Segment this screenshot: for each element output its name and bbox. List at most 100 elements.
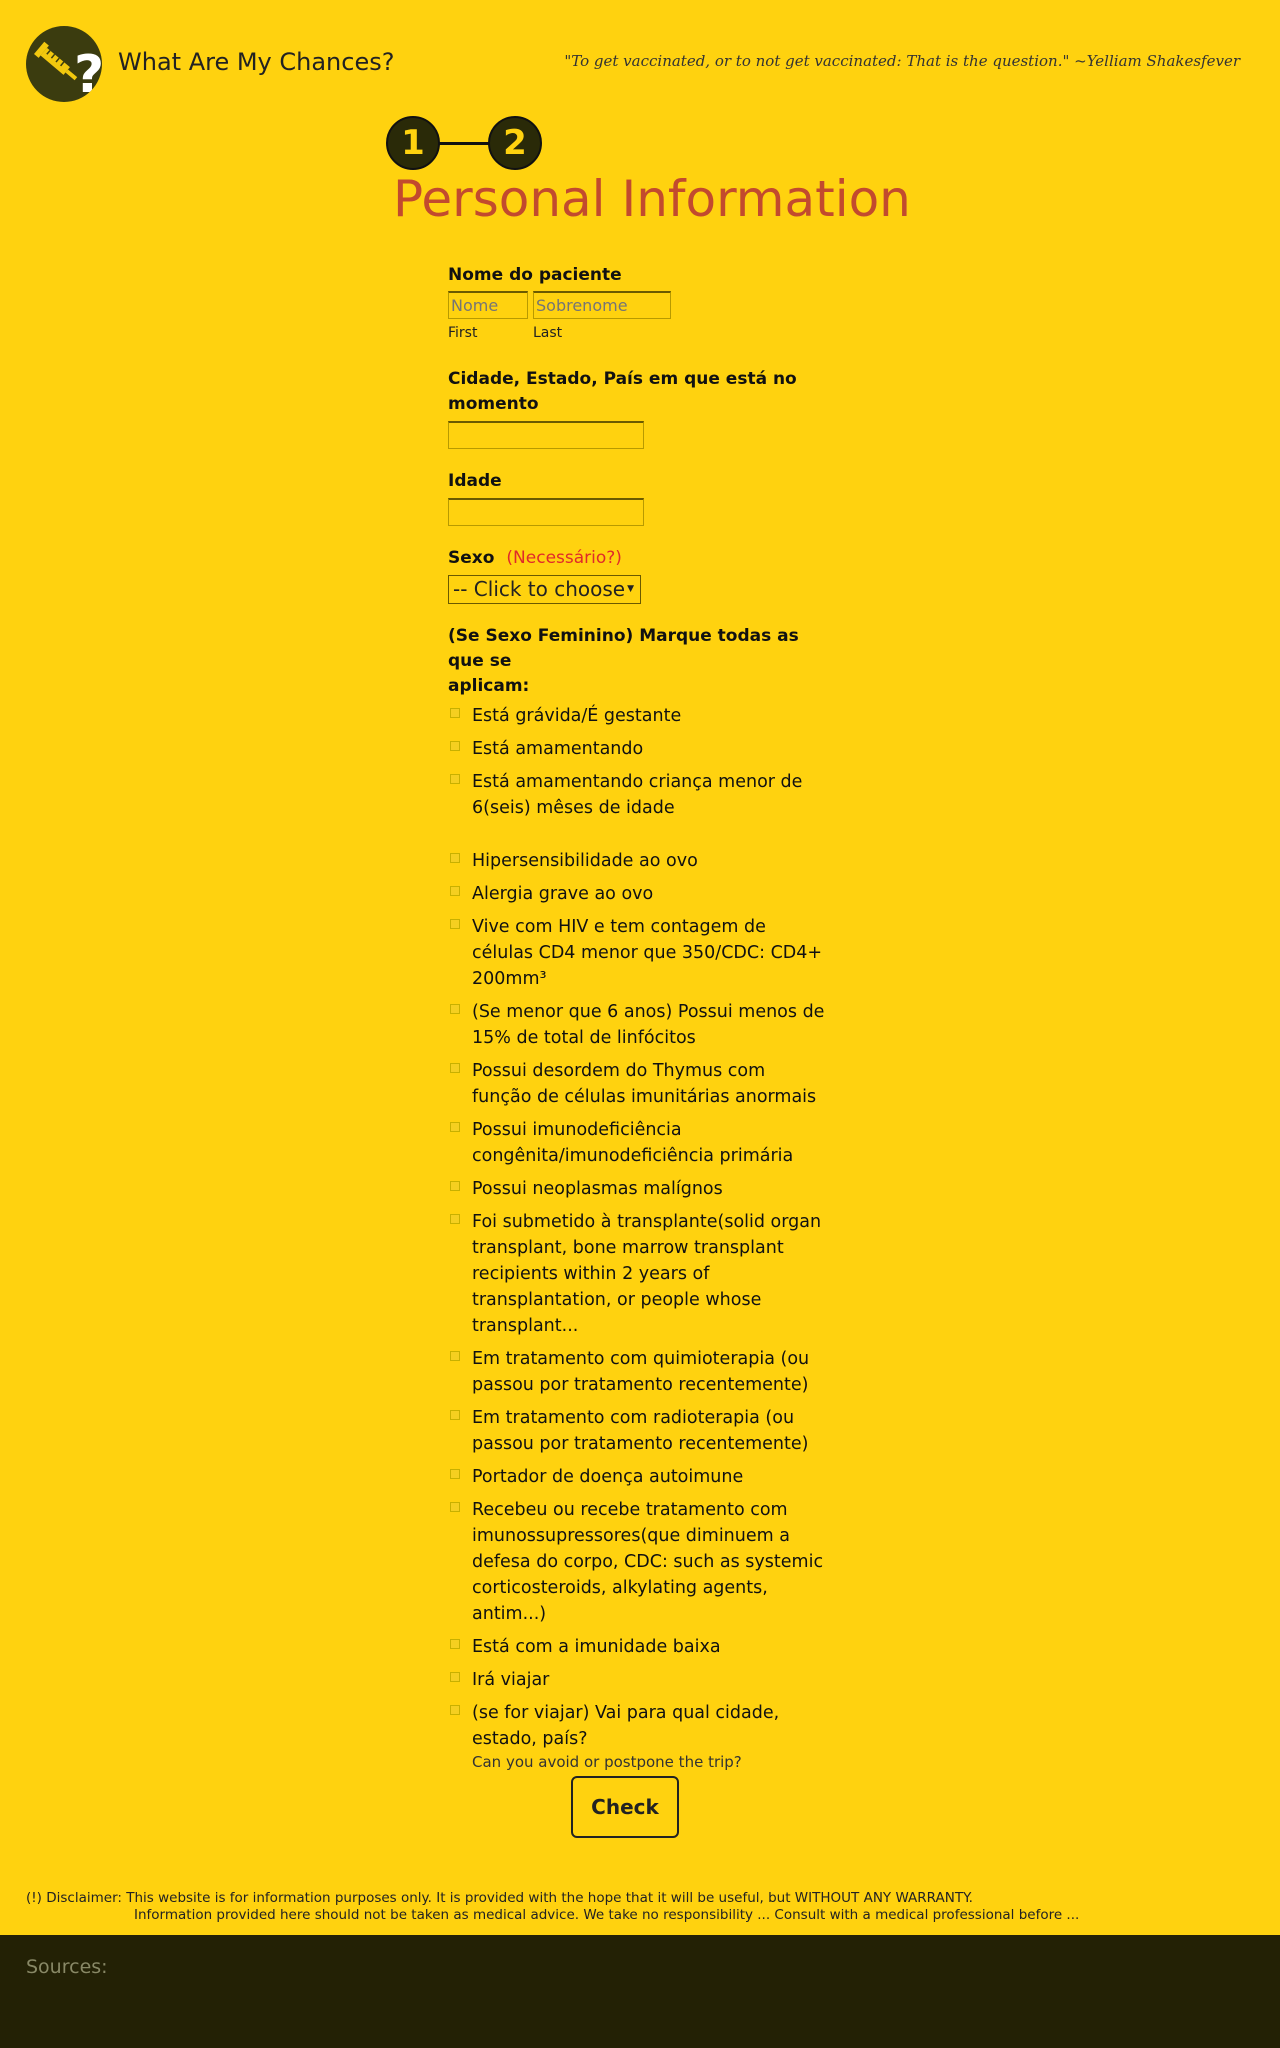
checkbox-item-travel-destination[interactable]: (se for viajar) Vai para qual cidade, es… [448, 1700, 828, 1752]
conditions-label-line1: (Se Sexo Feminino) Marque todas as que s… [448, 626, 799, 671]
checkbox[interactable] [450, 1410, 460, 1420]
checkbox[interactable] [450, 774, 460, 784]
checkbox[interactable] [450, 919, 460, 929]
site-header: ? What Are My Chances? "To get vaccinate… [0, 0, 1280, 110]
conditions-field: (Se Sexo Feminino) Marque todas as que s… [448, 624, 828, 1771]
checkbox-label: Possui imunodeficiência congênita/imunod… [472, 1120, 794, 1166]
checkbox-item-radiotherapy[interactable]: Em tratamento com radioterapia (ou passo… [448, 1405, 828, 1457]
sources-label: Sources: [26, 1956, 108, 1978]
first-sublabel: First [448, 325, 478, 341]
step-2[interactable]: 2 [488, 116, 542, 170]
first-name-input[interactable] [448, 291, 528, 319]
last-sublabel: Last [533, 325, 563, 341]
checkbox-item-hiv[interactable]: Vive com HIV e tem contagem de células C… [448, 914, 828, 992]
checkbox[interactable] [450, 708, 460, 718]
last-name-input[interactable] [533, 291, 671, 319]
checkbox-label: Possui desordem do Thymus com função de … [472, 1061, 817, 1107]
checkbox[interactable] [450, 1639, 460, 1649]
location-label-line2: momento [448, 394, 539, 414]
syringe-question-icon[interactable]: ? [26, 26, 102, 102]
checkbox-label: Irá viajar [472, 1670, 550, 1690]
checkbox-label: Alergia grave ao ovo [472, 884, 654, 904]
checkbox-item-egg-hypersensitivity[interactable]: Hipersensibilidade ao ovo [448, 848, 828, 874]
checkbox-label: Hipersensibilidade ao ovo [472, 851, 698, 871]
patient-name-row [448, 291, 828, 321]
checkbox-label: (se for viajar) Vai para qual cidade, es… [472, 1703, 780, 1749]
checkbox[interactable] [450, 1502, 460, 1512]
checklist-spacer [448, 828, 828, 848]
checkbox-item-chemotherapy[interactable]: Em tratamento com quimioterapia (ou pass… [448, 1346, 828, 1398]
checkbox-label: Está grávida/É gestante [472, 706, 682, 726]
checkbox-label: Foi submetido à transplante(solid organ … [472, 1212, 822, 1336]
checkbox-item-lymphocytes[interactable]: (Se menor que 6 anos) Possui menos de 15… [448, 999, 828, 1051]
checkbox[interactable] [450, 1705, 460, 1715]
checkbox-label: Em tratamento com radioterapia (ou passo… [472, 1408, 809, 1454]
conditions-checklist: Está grávida/É gestante Está amamentando… [448, 703, 828, 1771]
step-1[interactable]: 1 [386, 116, 440, 170]
site-footer: Sources: [0, 1935, 1280, 2048]
page-title: Personal Information [393, 170, 911, 228]
checkbox-item-immunodeficiency[interactable]: Possui imunodeficiência congênita/imunod… [448, 1117, 828, 1169]
checkbox-item-neoplasms[interactable]: Possui neoplasmas malígnos [448, 1176, 828, 1202]
checkbox[interactable] [450, 1214, 460, 1224]
check-button[interactable]: Check [571, 1776, 679, 1838]
checkbox[interactable] [450, 1122, 460, 1132]
checkbox-item-breastfeeding[interactable]: Está amamentando [448, 736, 828, 762]
svg-text:?: ? [74, 45, 102, 102]
header-quote: "To get vaccinated, or to not get vaccin… [564, 52, 1240, 70]
sex-select[interactable]: -- Click to choose ▼ [448, 575, 641, 604]
checkbox-item-thymus[interactable]: Possui desordem do Thymus com função de … [448, 1058, 828, 1110]
conditions-label-line2: aplicam: [448, 676, 530, 696]
brand-name[interactable]: What Are My Chances? [118, 48, 394, 76]
disclaimer: (!) Disclaimer: This website is for info… [26, 1890, 1079, 1924]
required-link[interactable]: (Necessário?) [506, 548, 622, 568]
sex-select-value: -- Click to choose [453, 577, 626, 601]
disclaimer-line1: (!) Disclaimer: This website is for info… [26, 1890, 973, 1906]
location-input[interactable] [448, 421, 644, 449]
checkbox[interactable] [450, 1063, 460, 1073]
location-field: Cidade, Estado, País em que está no mome… [448, 367, 828, 449]
checkbox-label: Vive com HIV e tem contagem de células C… [472, 917, 823, 989]
checkbox-label: (Se menor que 6 anos) Possui menos de 15… [472, 1002, 825, 1048]
checkbox[interactable] [450, 1672, 460, 1682]
checkbox-item-low-immunity[interactable]: Está com a imunidade baixa [448, 1634, 828, 1660]
name-sublabels: First Last [448, 325, 828, 347]
checkbox-label: Recebeu ou recebe tratamento com imunoss… [472, 1500, 824, 1624]
age-label: Idade [448, 471, 502, 491]
age-input[interactable] [448, 498, 644, 526]
checkbox-item-egg-allergy[interactable]: Alergia grave ao ovo [448, 881, 828, 907]
step-indicator: 1 2 [386, 116, 542, 170]
checkbox[interactable] [450, 1469, 460, 1479]
chevron-down-icon: ▼ [627, 584, 634, 594]
checkbox-label: Em tratamento com quimioterapia (ou pass… [472, 1349, 810, 1395]
disclaimer-line2: Information provided here should not be … [134, 1907, 1080, 1923]
location-label: Cidade, Estado, País em que está no mome… [448, 367, 828, 417]
travel-hint: Can you avoid or postpone the trip? [472, 1753, 742, 1771]
checkbox-item-pregnant[interactable]: Está grávida/É gestante [448, 703, 828, 729]
step-connector [438, 142, 490, 145]
checkbox-label: Está amamentando [472, 739, 644, 759]
checkbox-label: Possui neoplasmas malígnos [472, 1179, 723, 1199]
sex-field: Sexo (Necessário?) -- Click to choose ▼ [448, 546, 828, 604]
patient-name-label: Nome do paciente [448, 265, 622, 285]
checkbox[interactable] [450, 886, 460, 896]
sex-label-text: Sexo [448, 548, 495, 568]
checkbox-item-immunosuppressants[interactable]: Recebeu ou recebe tratamento com imunoss… [448, 1497, 828, 1627]
checkbox[interactable] [450, 1351, 460, 1361]
checkbox-item-transplant[interactable]: Foi submetido à transplante(solid organ … [448, 1209, 828, 1339]
checkbox-label: Está com a imunidade baixa [472, 1637, 721, 1657]
checkbox-item-autoimmune[interactable]: Portador de doença autoimune [448, 1464, 828, 1490]
checkbox-label: Portador de doença autoimune [472, 1467, 744, 1487]
checkbox[interactable] [450, 853, 460, 863]
checkbox[interactable] [450, 1004, 460, 1014]
personal-info-form: Nome do paciente First Last Cidade, Esta… [448, 263, 828, 1771]
checkbox[interactable] [450, 741, 460, 751]
checkbox-item-breastfeeding-infant[interactable]: Está amamentando criança menor de 6(seis… [448, 769, 828, 821]
checkbox-item-travel[interactable]: Irá viajar [448, 1667, 828, 1693]
checkbox[interactable] [450, 1181, 460, 1191]
checkbox-label: Está amamentando criança menor de 6(seis… [472, 772, 803, 818]
sex-label: Sexo (Necessário?) [448, 546, 828, 571]
age-field: Idade [448, 469, 828, 526]
conditions-label: (Se Sexo Feminino) Marque todas as que s… [448, 624, 828, 699]
location-label-line1: Cidade, Estado, País em que está no [448, 369, 797, 389]
